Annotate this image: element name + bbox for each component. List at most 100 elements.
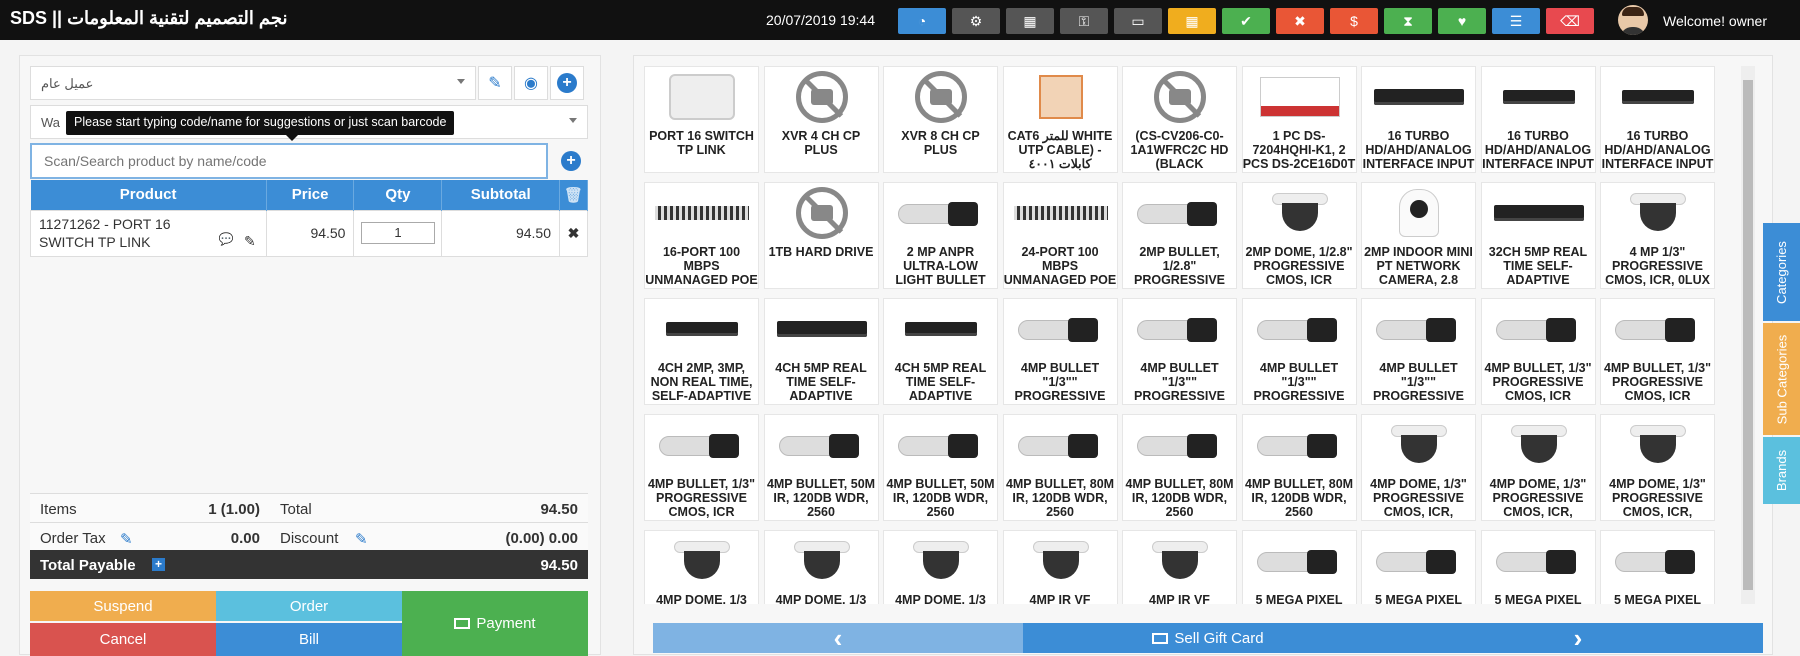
product-tile[interactable]: 24-PORT 100 MBPS UNMANAGED POE SWITCH [1002,182,1118,289]
product-tile[interactable]: XVR 4 CH CP PLUS [763,66,879,173]
add-customer-button[interactable]: + [550,66,584,100]
product-tile[interactable]: 4MP DOME, 1/3 [883,530,998,604]
product-photo [898,198,984,228]
product-tile[interactable]: 4MP BULLET, 1/3" PROGRESSIVE CMOS, ICR [1480,298,1596,405]
product-tile[interactable]: 4MP BULLET "1/3"" PROGRESSIVE CMOS, ICR [1122,298,1237,405]
product-tile[interactable]: 4MP BULLET, 1/3" PROGRESSIVE CMOS, ICR [1600,298,1715,405]
product-tile[interactable]: 4MP IR VF [1002,530,1118,604]
product-tile[interactable]: 4CH 5MP REAL TIME SELF-ADAPTIVE HDTVI/HD… [883,298,998,405]
product-image [1611,71,1705,123]
product-tile[interactable]: 4MP DOME, 1/3" PROGRESSIVE CMOS, ICR, 26… [1361,414,1476,521]
side-tab-categories[interactable]: Categories [1763,223,1800,321]
product-tile[interactable]: 5 MEGA PIXEL [1361,530,1476,604]
close-icon: ✖ [567,224,580,241]
product-tile[interactable]: 2MP BULLET, 1/2.8" PROGRESSIVE CMOS, ICR [1122,182,1237,289]
product-tile[interactable]: XVR 8 CH CP PLUS [883,66,998,173]
product-name: 5 MEGA PIXEL [1255,593,1343,604]
edit-discount-icon[interactable]: ✎ [355,530,368,548]
product-tile[interactable]: 4MP BULLET, 1/3" PROGRESSIVE CMOS, ICR [644,414,759,521]
prev-page-button[interactable]: ‹ [653,623,1023,653]
list-button[interactable]: ☰ [1492,8,1540,34]
scrollbar-thumb[interactable] [1743,80,1753,590]
dashboard-button[interactable]: ◔ [898,8,946,34]
welcome-text[interactable]: Welcome! owner [1663,13,1767,29]
payment-button[interactable]: Payment [402,591,588,656]
edit-tax-icon[interactable]: ✎ [120,530,133,548]
product-tile[interactable]: 4MP BULLET, 80M IR, 120DB WDR, 2560 ×144… [1122,414,1237,521]
bill-button[interactable]: Bill [216,623,402,656]
product-tile[interactable]: 16 TURBO HD/AHD/ANALOG INTERFACE INPUT [1600,66,1715,173]
product-photo [1137,314,1223,344]
product-tile[interactable]: 4MP BULLET, 80M IR, 120DB WDR, 2560 ×144… [1241,414,1357,521]
qty-input[interactable]: 1 [360,222,435,244]
side-tab-sub-categories[interactable]: Sub Categories [1763,323,1800,435]
product-tile[interactable]: 4MP BULLET "1/3"" PROGRESSIVE CMOS, ICR [1002,298,1118,405]
product-tile[interactable]: 1TB HARD DRIVE [763,182,879,289]
app-brand[interactable]: SDS || نجم التصميم لتقنية المعلومات [10,8,288,29]
product-tile[interactable]: 16 TURBO HD/AHD/ANALOG INTERFACE INPUT [1361,66,1476,173]
add-product-button[interactable]: + [554,144,588,178]
product-tile[interactable]: 4MP BULLET, 50M IR, 120DB WDR, 2560 ×144… [883,414,998,521]
product-tile[interactable]: 2MP DOME, 1/2.8" PROGRESSIVE CMOS, ICR [1241,182,1357,289]
product-tile[interactable]: 2 MP ANPR ULTRA-LOW LIGHT BULLET CAMERA [883,182,998,289]
product-tile[interactable]: 32CH 5MP REAL TIME SELF-ADAPTIVE HDTVI/H… [1480,182,1596,289]
clear-button[interactable]: ⌫ [1546,8,1594,34]
product-tile[interactable]: 4CH 2MP, 3MP, NON REAL TIME, SELF-ADAPTI… [644,298,759,405]
product-tile[interactable]: 4MP DOME, 1/3" PROGRESSIVE CMOS, ICR, 26… [1600,414,1715,521]
customer-select[interactable]: عميل عام [30,66,476,100]
next-page-button[interactable]: › [1393,623,1763,653]
product-search[interactable] [30,143,548,179]
edit-icon[interactable]: ✎ [244,232,256,250]
edit-customer-button[interactable]: ✎ [478,66,512,100]
product-tile[interactable]: 1 PC DS-7204HQHI-K1, 2 PCS DS-2CE16D0T I… [1241,66,1357,173]
timer-button[interactable]: ⧗ [1384,8,1432,34]
shortcuts-button[interactable]: ⚿ [1060,8,1108,34]
sell-gift-card-button[interactable]: Sell Gift Card [1023,623,1393,653]
product-tile[interactable]: 4CH 5MP REAL TIME SELF-ADAPTIVE HDTVI/HD… [763,298,879,405]
product-tile[interactable]: 4MP DOME, 1/3" PROGRESSIVE CMOS, ICR, 26… [1480,414,1596,521]
cash-button[interactable]: $ [1330,8,1378,34]
settings-button[interactable]: ⚙ [952,8,1000,34]
product-name: 4MP IR VF [1029,593,1091,604]
customer-display-button[interactable]: ▭ [1114,8,1162,34]
product-tile[interactable]: 16 TURBO HD/AHD/ANALOG INTERFACE INPUT [1480,66,1596,173]
cart-item-qty-cell: 1 [353,209,443,257]
order-button[interactable]: Order [216,591,402,621]
plus-square-icon[interactable]: + [152,558,165,571]
confirm-button[interactable]: ✔ [1222,8,1270,34]
product-tile[interactable]: 5 MEGA PIXEL [1600,530,1715,604]
view-bills-button[interactable]: ▦ [1168,8,1216,34]
suspend-button[interactable]: Suspend [30,591,216,621]
view-customer-button[interactable]: ◉ [514,66,548,100]
product-tile[interactable]: 4 MP 1/3" PROGRESSIVE CMOS, ICR, 0LUX WI… [1600,182,1715,289]
product-tile[interactable]: PORT 16 SWITCH TP LINK [644,66,759,173]
close-register-button[interactable]: ✖ [1276,8,1324,34]
product-tile[interactable]: 16-PORT 100 MBPS UNMANAGED POE SWITCH [644,182,759,289]
product-name: 2 MP ANPR ULTRA-LOW LIGHT BULLET CAMERA [895,245,986,287]
user-avatar[interactable] [1618,5,1648,35]
comment-icon[interactable]: 💬 [219,230,234,248]
search-input[interactable] [32,145,546,177]
product-tile[interactable]: 4MP BULLET, 50M IR, 120DB WDR, 2560 ×144… [763,414,879,521]
product-tile[interactable]: 4MP BULLET "1/3"" PROGRESSIVE CMOS, ICR [1361,298,1476,405]
product-tile[interactable]: 4MP BULLET "1/3"" PROGRESSIVE CMOS, ICR [1241,298,1357,405]
product-tile[interactable]: 4MP DOME, 1/3 [763,530,879,604]
side-tab-brands[interactable]: Brands [1763,437,1800,504]
product-tile[interactable]: 2MP INDOOR MINI PT NETWORK CAMERA, 2.8 [1361,182,1476,289]
product-tile[interactable]: 4MP BULLET, 80M IR, 120DB WDR, 2560 ×144… [1002,414,1118,521]
product-tile[interactable]: 5 MEGA PIXEL [1480,530,1596,604]
product-tile[interactable]: CAT6 للمتر WHITE UTP CABLE) - كابلات ٤٠٠… [1002,66,1118,173]
product-tile[interactable]: 4MP DOME, 1/3 [644,530,759,604]
scrollbar[interactable] [1741,66,1755,604]
calculator-button[interactable]: ▦ [1006,8,1054,34]
product-tile[interactable]: (CS-CV206-C0-1A1WFRC2C HD (BLACK [1122,66,1237,173]
no-image-icon [795,187,848,239]
product-name: 4MP BULLET "1/3"" PROGRESSIVE CMOS, ICR [1253,361,1345,403]
product-tile[interactable]: 5 MEGA PIXEL [1241,530,1357,604]
cancel-button[interactable]: Cancel [30,623,216,656]
remove-item-button[interactable]: ✖ [559,209,588,257]
product-photo [1256,430,1343,460]
product-tile[interactable]: 4MP IR VF [1122,530,1237,604]
clear-cart-button[interactable]: 🗑 [559,180,588,210]
favorites-button[interactable]: ♥ [1438,8,1486,34]
